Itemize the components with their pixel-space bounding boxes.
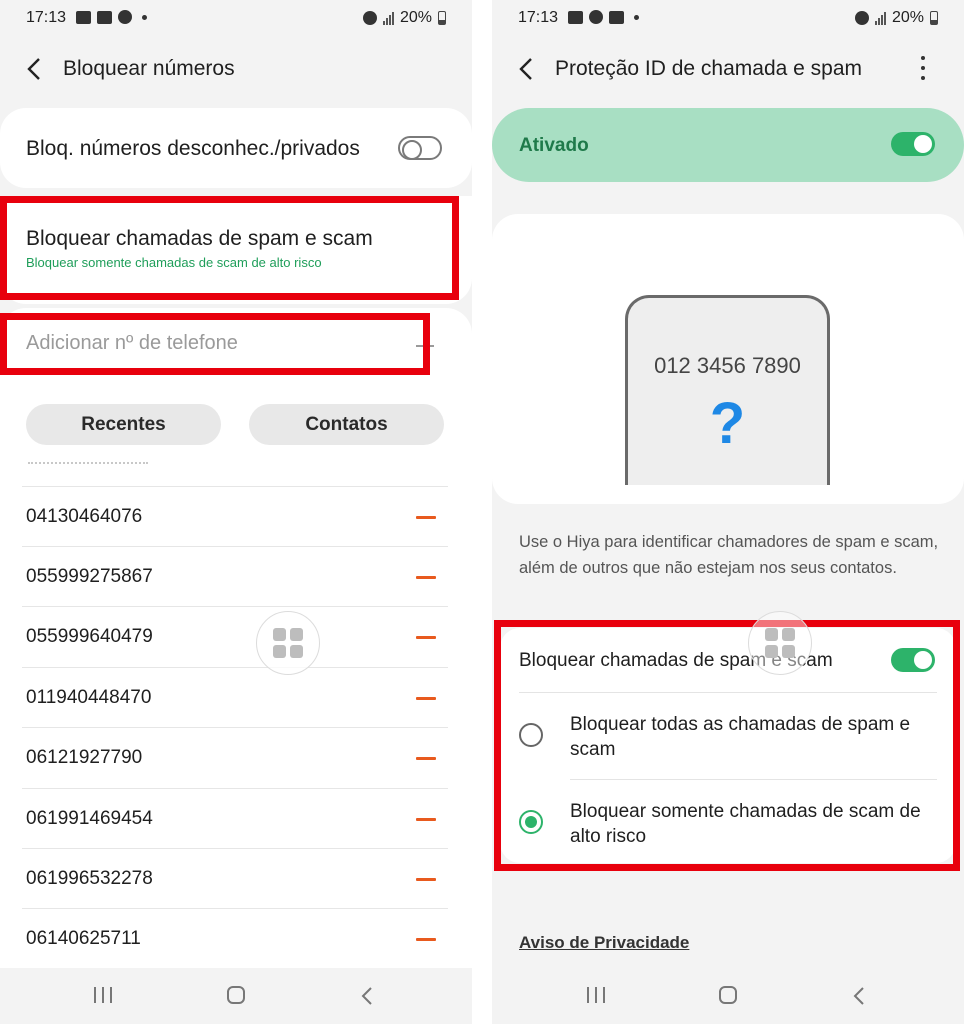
description-text: Use o Hiya para identificar chamadores d… xyxy=(519,533,939,577)
back-arrow-icon[interactable] xyxy=(24,56,46,82)
nav-back-icon[interactable] xyxy=(852,986,868,1006)
alarm-icon xyxy=(854,11,869,25)
navigation-bar xyxy=(0,968,472,1024)
remove-icon[interactable] xyxy=(416,636,436,639)
nav-back-icon[interactable] xyxy=(360,986,376,1006)
table-row: 06121927790 xyxy=(22,727,448,787)
recent-apps-icon[interactable] xyxy=(94,987,112,1003)
activated-label: Ativado xyxy=(519,135,589,156)
radio-all-spam[interactable] xyxy=(519,723,543,747)
remove-icon[interactable] xyxy=(416,697,436,700)
status-bar: 17:13 20% xyxy=(0,0,472,36)
phone-number: 055999275867 xyxy=(26,566,153,587)
remove-icon[interactable] xyxy=(416,938,436,941)
partial-row-edge xyxy=(28,462,148,466)
remove-icon[interactable] xyxy=(416,757,436,760)
phone-illustration: 012 3456 7890 ? xyxy=(625,295,830,485)
battery-icon xyxy=(438,11,446,25)
floating-menu-button[interactable] xyxy=(256,611,320,675)
floating-menu-button[interactable] xyxy=(748,611,812,675)
status-bar: 17:13 20% xyxy=(492,0,964,36)
whatsapp-icon xyxy=(589,10,603,24)
option-all-spam[interactable]: Bloquear todas as chamadas de spam e sca… xyxy=(500,694,956,778)
signal-icon xyxy=(874,11,886,25)
illustration-card: 012 3456 7890 ? xyxy=(492,214,964,504)
activated-row[interactable]: Ativado xyxy=(492,108,964,182)
remove-icon[interactable] xyxy=(416,516,436,519)
block-spam-subtitle: Bloquear somente chamadas de scam de alt… xyxy=(26,255,322,270)
unknown-numbers-label: Bloq. números desconhec./privados xyxy=(26,137,360,160)
question-mark-icon: ? xyxy=(709,391,746,456)
block-spam-toggle-row[interactable]: Bloquear chamadas de spam e scam xyxy=(500,628,956,692)
home-icon[interactable] xyxy=(719,986,737,1004)
block-spam-row[interactable]: Bloquear chamadas de spam e scam Bloquea… xyxy=(0,196,472,304)
app-bar: Proteção ID de chamada e spam xyxy=(492,46,964,92)
option-all-spam-label: Bloquear todas as chamadas de spam e sca… xyxy=(570,714,911,760)
right-screen: 17:13 20% Proteção ID de chamada e spam … xyxy=(492,0,964,1024)
alarm-icon xyxy=(362,11,377,25)
battery-icon xyxy=(930,11,938,25)
more-options-icon[interactable] xyxy=(920,56,926,80)
phone-number: 06121927790 xyxy=(26,747,143,768)
remove-icon[interactable] xyxy=(416,818,436,821)
status-time: 17:13 xyxy=(518,9,559,26)
gallery-icon xyxy=(76,10,91,24)
recent-apps-icon[interactable] xyxy=(587,987,605,1003)
table-row: 055999640479 xyxy=(22,606,448,666)
phone-number: 04130464076 xyxy=(26,506,143,527)
teams-icon xyxy=(609,10,624,24)
app-bar: Bloquear números xyxy=(0,46,472,92)
system-icons: 20% xyxy=(854,9,938,27)
phone-number: 011940448470 xyxy=(26,687,152,708)
notification-icons xyxy=(76,10,147,24)
remove-icon[interactable] xyxy=(416,878,436,881)
more-notifications-icon xyxy=(142,14,147,20)
table-row: 011940448470 xyxy=(22,667,448,727)
page-title: Bloquear números xyxy=(63,57,235,80)
remove-icon[interactable] xyxy=(416,576,436,579)
table-row: 061996532278 xyxy=(22,848,448,908)
signal-icon xyxy=(382,11,394,25)
illustration-number: 012 3456 7890 xyxy=(654,353,801,378)
add-phone-input[interactable]: Adicionar nº de telefone xyxy=(26,332,238,355)
block-spam-toggle[interactable] xyxy=(891,648,935,672)
message-icon xyxy=(568,10,583,24)
table-row: 06140625711 xyxy=(22,908,448,968)
navigation-bar xyxy=(492,968,964,1024)
recents-button[interactable]: Recentes xyxy=(26,404,221,445)
message-icon xyxy=(97,10,112,24)
system-icons: 20% xyxy=(362,9,446,27)
battery-percent: 20% xyxy=(399,9,432,26)
contacts-button[interactable]: Contatos xyxy=(249,404,444,445)
page-title: Proteção ID de chamada e spam xyxy=(555,57,863,80)
phone-number: 055999640479 xyxy=(26,626,153,647)
left-screen: 17:13 20% Bloquear números Bloq. números… xyxy=(0,0,472,1024)
home-icon[interactable] xyxy=(227,986,245,1004)
whatsapp-icon xyxy=(118,10,132,24)
option-high-risk[interactable]: Bloquear somente chamadas de scam de alt… xyxy=(500,780,956,862)
radio-high-risk[interactable] xyxy=(519,810,543,834)
block-spam-title: Bloquear chamadas de spam e scam xyxy=(26,227,373,250)
phone-number: 061996532278 xyxy=(26,868,153,889)
add-icon[interactable] xyxy=(416,345,434,347)
privacy-notice-link[interactable]: Aviso de Privacidade xyxy=(519,933,689,953)
activated-toggle[interactable] xyxy=(891,132,935,156)
add-phone-placeholder: Adicionar nº de telefone xyxy=(26,332,238,354)
option-high-risk-label: Bloquear somente chamadas de scam de alt… xyxy=(570,801,921,847)
table-row: 04130464076 xyxy=(22,486,448,546)
phone-number: 061991469454 xyxy=(26,808,153,829)
phone-number: 06140625711 xyxy=(26,928,141,949)
notification-icons xyxy=(568,10,639,24)
battery-percent: 20% xyxy=(891,9,924,26)
table-row: 055999275867 xyxy=(22,546,448,606)
unknown-numbers-row[interactable]: Bloq. números desconhec./privados xyxy=(0,108,472,188)
unknown-numbers-toggle[interactable] xyxy=(398,136,442,160)
divider xyxy=(519,692,937,693)
spam-options-card: Bloquear chamadas de spam e scam Bloquea… xyxy=(500,628,956,863)
table-row: 061991469454 xyxy=(22,788,448,848)
back-arrow-icon[interactable] xyxy=(516,56,538,82)
status-time: 17:13 xyxy=(26,9,67,26)
more-notifications-icon xyxy=(634,14,639,20)
